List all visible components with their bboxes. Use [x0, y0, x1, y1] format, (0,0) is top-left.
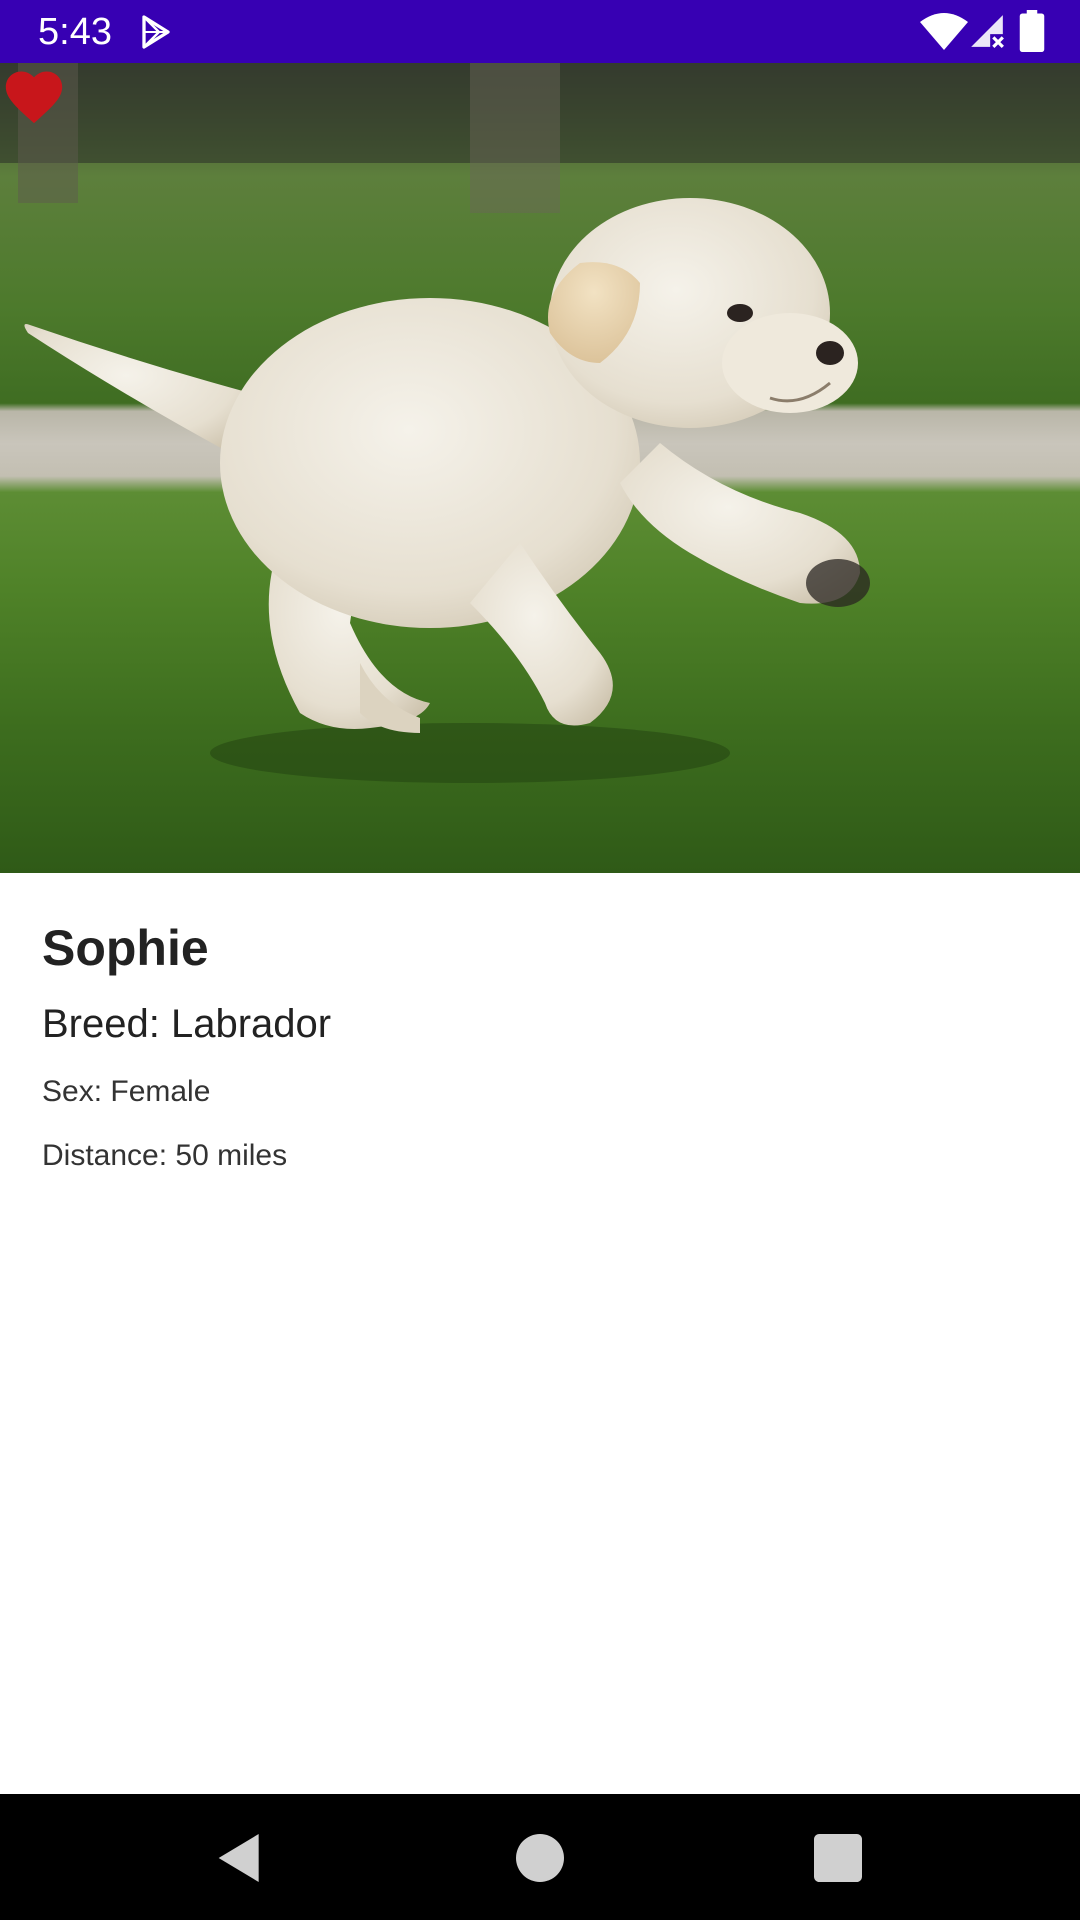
- status-time: 5:43: [38, 11, 112, 53]
- home-icon[interactable]: [508, 1826, 572, 1890]
- status-bar: 5:43: [0, 0, 1080, 63]
- puppy-illustration: [0, 63, 1080, 783]
- pet-sex: Sex: Female: [42, 1075, 211, 1108]
- pet-breed: Breed: Labrador: [42, 1002, 332, 1046]
- wifi-icon: [920, 13, 968, 50]
- battery-icon: [1019, 10, 1045, 52]
- pet-distance: Distance: 50 miles: [42, 1139, 288, 1172]
- pet-name: Sophie: [42, 920, 209, 976]
- signal-icon: [971, 15, 1004, 48]
- navigation-bar: [0, 1794, 1080, 1920]
- pet-photo: [0, 63, 1080, 873]
- recents-icon[interactable]: [806, 1826, 870, 1890]
- favorite-heart-icon[interactable]: [0, 63, 68, 125]
- back-icon[interactable]: [208, 1826, 272, 1890]
- play-store-icon: [142, 15, 170, 49]
- pet-details: Sophie Breed: Labrador Sex: Female Dista…: [42, 918, 1042, 1176]
